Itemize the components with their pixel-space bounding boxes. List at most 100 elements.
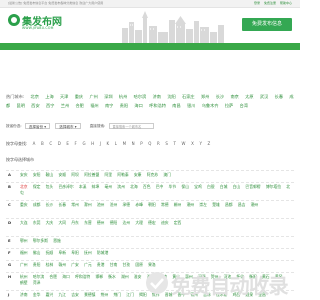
city-search-input[interactable]: 直接搜索一个城市名 xyxy=(109,123,155,129)
city-link[interactable]: 赤峰 xyxy=(135,202,143,207)
letter-index-link[interactable]: D xyxy=(58,141,61,146)
city-link[interactable]: 东营 xyxy=(84,220,92,225)
city-link[interactable]: 昌吉 xyxy=(238,202,246,207)
post-free-info-button[interactable]: 免费发布信息 xyxy=(242,18,292,31)
city-link[interactable]: 甘南 xyxy=(110,262,118,267)
city-link[interactable]: 桂林 xyxy=(46,262,54,267)
hot-city-link[interactable]: 长春 xyxy=(275,94,283,99)
hot-city-link[interactable]: 呼和浩特 xyxy=(149,103,166,108)
city-link[interactable]: 北京 xyxy=(20,184,28,189)
hot-city-link[interactable]: 广州 xyxy=(89,94,97,99)
letter-index-link[interactable]: A xyxy=(33,141,36,146)
city-link[interactable]: 阿里 xyxy=(104,172,112,177)
hot-city-link[interactable]: 天津 xyxy=(60,94,68,99)
letter-index-link[interactable]: L xyxy=(115,141,117,146)
letter-index-link[interactable]: Z xyxy=(208,141,211,146)
site-logo[interactable]: 集发布网 WWW.JIFABU.COM xyxy=(8,12,62,36)
hot-city-link[interactable]: 杭州 xyxy=(119,94,127,99)
city-link[interactable]: 包头 xyxy=(46,184,54,189)
city-link[interactable]: 鞍山 xyxy=(46,172,54,177)
letter-index-link[interactable]: Y xyxy=(199,141,201,146)
city-link[interactable]: 阿勒泰 xyxy=(117,172,128,177)
city-link[interactable]: 宝鸡 xyxy=(194,184,202,189)
city-link[interactable]: 朝阳 xyxy=(148,202,156,207)
hot-city-link[interactable]: 贵阳 xyxy=(120,103,128,108)
letter-index-link[interactable]: K xyxy=(107,141,110,146)
city-select[interactable]: 选择城市 ▾ xyxy=(55,123,81,129)
letter-index-link[interactable]: W xyxy=(182,141,186,146)
letter-index-link[interactable]: C xyxy=(49,141,52,146)
city-link[interactable]: 达州 xyxy=(123,220,131,225)
login-link[interactable]: 登录 xyxy=(254,1,260,5)
city-link[interactable]: 东莞 xyxy=(33,220,41,225)
city-link[interactable]: 佛山 xyxy=(33,250,41,255)
hot-city-link[interactable]: 南昌 xyxy=(172,103,180,108)
hot-city-link[interactable]: 西宁 xyxy=(46,103,54,108)
letter-index-link[interactable]: J xyxy=(100,141,101,146)
letter-index-link[interactable]: H xyxy=(91,141,94,146)
city-link[interactable]: 阜新 xyxy=(58,250,66,255)
city-link[interactable]: 巴音郭楞 xyxy=(245,184,260,189)
city-link[interactable]: 定西 xyxy=(174,220,182,225)
city-link[interactable]: 大理 xyxy=(135,220,143,225)
city-link[interactable]: 广元 xyxy=(84,262,92,267)
hot-city-link[interactable]: 银川 xyxy=(187,103,195,108)
hot-city-link[interactable]: 西安 xyxy=(31,103,39,108)
letter-index-link[interactable]: M xyxy=(123,141,126,146)
hot-city-link[interactable]: 上海 xyxy=(45,94,53,99)
city-link[interactable]: 抚州 xyxy=(84,250,92,255)
hot-city-link[interactable]: 兰州 xyxy=(61,103,69,108)
city-link[interactable]: 阿克苏 xyxy=(147,172,158,177)
city-link[interactable]: 昌都 xyxy=(225,202,233,207)
city-link[interactable]: 安阳 xyxy=(33,172,41,177)
city-link[interactable]: 博尔塔拉 xyxy=(266,184,281,189)
city-link[interactable]: 景德镇 xyxy=(84,292,95,297)
city-link[interactable]: 济南 xyxy=(20,292,28,297)
city-link[interactable]: 鄂州 xyxy=(20,238,28,243)
letter-index-link[interactable]: E xyxy=(66,141,69,146)
city-link[interactable]: 杭州 xyxy=(20,274,28,279)
city-link[interactable]: 潮州 xyxy=(187,202,195,207)
city-link[interactable]: 丹东 xyxy=(71,220,79,225)
city-link[interactable]: 德州 xyxy=(97,220,105,225)
city-link[interactable]: 阜阳 xyxy=(71,250,79,255)
city-link[interactable]: 承德 xyxy=(123,202,131,207)
city-link[interactable]: 防城港 xyxy=(97,250,108,255)
city-link[interactable]: 巴中 xyxy=(156,184,164,189)
letter-index-link[interactable]: Q xyxy=(148,141,151,146)
city-link[interactable]: 蚌埠 xyxy=(92,184,100,189)
hot-city-link[interactable]: 福州 xyxy=(90,103,98,108)
city-link[interactable]: 阿拉善盟 xyxy=(84,172,99,177)
city-link[interactable]: 德阳 xyxy=(110,220,118,225)
letter-index-link[interactable]: B xyxy=(41,141,44,146)
city-link[interactable]: 合肥 xyxy=(49,274,57,279)
city-link[interactable]: 沧州 xyxy=(110,202,118,207)
city-link[interactable]: 大连 xyxy=(20,220,28,225)
city-link[interactable]: 大同 xyxy=(58,220,66,225)
hot-city-link[interactable]: 长沙 xyxy=(216,94,224,99)
city-link[interactable]: 白城 xyxy=(220,184,228,189)
city-link[interactable]: 常德 xyxy=(161,202,169,207)
city-link[interactable]: 重庆 xyxy=(20,202,28,207)
hot-city-link[interactable]: 台湾 xyxy=(240,103,248,108)
city-link[interactable]: 邯郸 xyxy=(95,274,103,279)
province-select[interactable]: 选择省份 ▾ xyxy=(24,123,51,129)
letter-index-link[interactable]: G xyxy=(82,141,85,146)
city-link[interactable]: 保山 xyxy=(181,184,189,189)
city-link[interactable]: 安庆 xyxy=(20,172,28,177)
hot-city-link[interactable]: 昆明 xyxy=(17,103,25,108)
city-link[interactable]: 滨州 xyxy=(117,184,125,189)
city-link[interactable]: 百色 xyxy=(143,184,151,189)
city-link[interactable]: 白山 xyxy=(233,184,241,189)
city-link[interactable]: 广安 xyxy=(71,262,79,267)
city-link[interactable]: 呼和浩特 xyxy=(75,274,90,279)
city-link[interactable]: 湖州 xyxy=(121,274,129,279)
city-link[interactable]: 安康 xyxy=(134,172,142,177)
hot-city-link[interactable]: 拉萨 xyxy=(225,103,233,108)
city-link[interactable]: 楚雄 xyxy=(212,202,220,207)
city-link[interactable]: 海口 xyxy=(62,274,70,279)
city-link[interactable]: 澳门 xyxy=(163,172,171,177)
city-link[interactable]: 荆门 xyxy=(113,292,121,297)
city-link[interactable]: 衡水 xyxy=(108,274,116,279)
city-link[interactable]: 贵港 xyxy=(97,262,105,267)
